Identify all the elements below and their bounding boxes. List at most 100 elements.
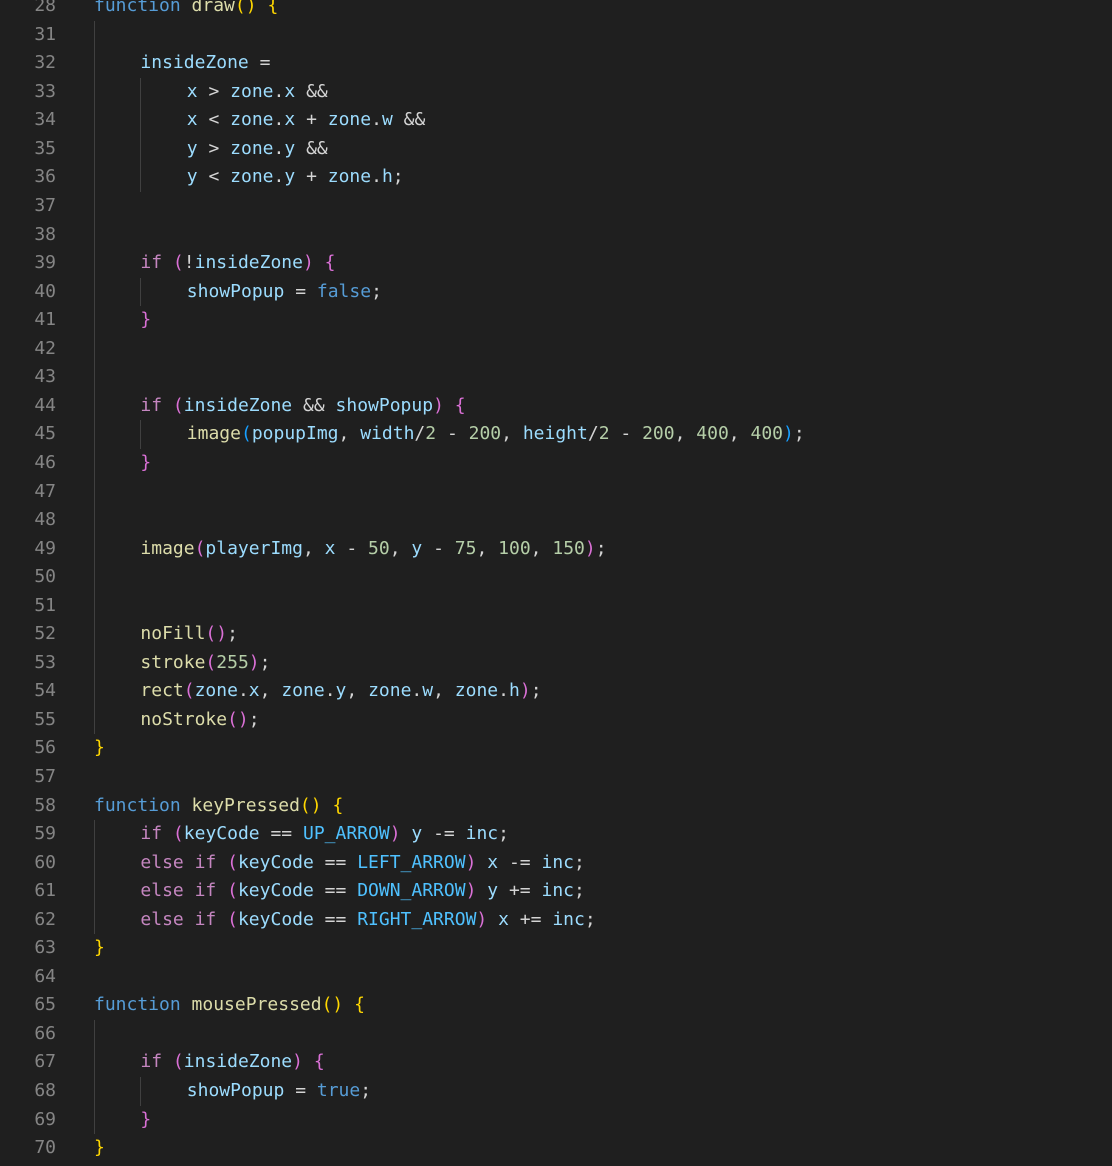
- indent-guide: [94, 192, 95, 221]
- code-line[interactable]: 70}: [0, 1134, 1112, 1163]
- line-number: 52: [34, 623, 56, 645]
- code-token: ,: [302, 537, 314, 559]
- code-line[interactable]: 68 showPopup = true;: [0, 1076, 1112, 1106]
- code-line[interactable]: 38: [0, 220, 1112, 250]
- code-token: (): [321, 994, 344, 1016]
- code-line[interactable]: 53 stroke(255);: [0, 648, 1112, 678]
- code-line[interactable]: 67 if (insideZone) {: [0, 1048, 1112, 1077]
- indent-guide: [94, 134, 95, 164]
- code-line[interactable]: 43: [0, 363, 1112, 392]
- code-line[interactable]: 37: [0, 192, 1112, 221]
- code-token: true: [316, 1079, 361, 1101]
- code-line[interactable]: 49 image(playerImg, x - 50, y - 75, 100, …: [0, 534, 1112, 564]
- code-line[interactable]: 35 y > zone.y &&: [0, 134, 1112, 164]
- code-line[interactable]: 52 noFill();: [0, 620, 1112, 649]
- code-token: w: [422, 680, 434, 702]
- code-line[interactable]: 59 if (keyCode == UP_ARROW) y -= inc;: [0, 820, 1112, 849]
- indent-guide: [94, 1105, 95, 1135]
- code-token: image: [140, 537, 195, 559]
- code-token: (: [227, 908, 238, 930]
- code-line[interactable]: 44 if (insideZone && showPopup) {: [0, 391, 1112, 421]
- indent-guide: [94, 220, 95, 250]
- code-token: .: [498, 680, 509, 702]
- code-line[interactable]: 63}: [0, 934, 1112, 963]
- code-lines[interactable]: 28 function draw() {31 32 insideZone = 33 x >…: [0, 0, 1112, 1163]
- line-number: 69: [34, 1108, 56, 1130]
- line-code: }: [140, 306, 151, 335]
- code-line[interactable]: 51: [0, 591, 1112, 621]
- code-line[interactable]: 54 rect(zone.x, zone.y, zone.w, zone.h);: [0, 677, 1112, 706]
- code-line[interactable]: 69}: [0, 1105, 1112, 1135]
- code-token: ;: [371, 280, 382, 302]
- indent-guide: [94, 106, 95, 135]
- code-line[interactable]: 48: [0, 506, 1112, 535]
- code-token: LEFT_ARROW: [357, 851, 466, 873]
- code-token: showPopup: [186, 1079, 285, 1101]
- code-line[interactable]: 28 function draw() {: [0, 0, 1112, 21]
- code-token: else: [140, 908, 184, 930]
- line-code: if (!insideZone) {: [140, 249, 335, 278]
- code-token: ): [584, 537, 596, 559]
- code-editor[interactable]: 28 function draw() {31 32 insideZone = 33 x >…: [0, 0, 1112, 1166]
- code-line[interactable]: 55 noStroke();: [0, 705, 1112, 735]
- code-line[interactable]: 40 showPopup = false;: [0, 277, 1112, 307]
- code-line[interactable]: 64: [0, 963, 1112, 992]
- code-token: x: [186, 80, 198, 102]
- code-line[interactable]: 36 y < zone.y + zone.h;: [0, 163, 1112, 193]
- code-token: }: [140, 1108, 152, 1130]
- code-line[interactable]: 56}: [0, 734, 1112, 763]
- line-number: 66: [34, 1022, 56, 1044]
- line-number: 70: [34, 1137, 56, 1159]
- indent-guide: [94, 20, 95, 50]
- code-token: keyCode: [183, 823, 260, 845]
- code-line[interactable]: 33 x > zone.x &&: [0, 77, 1112, 107]
- code-line[interactable]: 41}: [0, 306, 1112, 335]
- code-token: h: [381, 166, 393, 188]
- code-line[interactable]: 42: [0, 334, 1112, 364]
- indent-guide: [94, 334, 95, 364]
- code-line[interactable]: 62 else if (keyCode == RIGHT_ARROW) x += …: [0, 905, 1112, 935]
- code-token: ): [389, 823, 401, 845]
- code-token: ): [302, 252, 314, 274]
- line-number: 48: [34, 509, 56, 531]
- code-line[interactable]: 39 if (!insideZone) {: [0, 249, 1112, 278]
- code-line[interactable]: 58 function keyPressed() {: [0, 792, 1112, 821]
- code-line[interactable]: 46}: [0, 448, 1112, 478]
- code-line[interactable]: 32 insideZone =: [0, 49, 1112, 78]
- code-line[interactable]: 66: [0, 1019, 1112, 1049]
- indent-guide: [94, 391, 95, 421]
- indent-guide: [140, 277, 142, 307]
- code-token: ;: [392, 166, 404, 188]
- code-token: if: [140, 394, 163, 416]
- code-token: x: [324, 537, 336, 559]
- line-code: else if (keyCode == RIGHT_ARROW) x += in…: [140, 906, 595, 935]
- code-line[interactable]: 34 x < zone.x + zone.w &&: [0, 106, 1112, 135]
- code-line[interactable]: 31: [0, 20, 1112, 50]
- code-token: 50: [368, 537, 390, 559]
- code-token: (: [205, 651, 217, 673]
- code-token: 400: [696, 423, 729, 445]
- code-token: .: [411, 680, 423, 702]
- line-code: }: [94, 934, 105, 963]
- code-line[interactable]: 57: [0, 763, 1112, 792]
- code-line[interactable]: 65 function mousePressed() {: [0, 991, 1112, 1020]
- code-line[interactable]: 47: [0, 477, 1112, 507]
- code-token: (: [183, 680, 195, 702]
- code-line[interactable]: 45 image(popupImg, width/2 - 200, height/…: [0, 420, 1112, 449]
- code-line[interactable]: 50: [0, 563, 1112, 592]
- code-token: insideZone: [183, 1051, 293, 1073]
- line-code: showPopup = false;: [187, 278, 382, 307]
- code-token: ;: [498, 823, 509, 845]
- code-line[interactable]: 60 else if (keyCode == LEFT_ARROW) x -= i…: [0, 848, 1112, 878]
- code-line[interactable]: 61 else if (keyCode == DOWN_ARROW) y += i…: [0, 877, 1112, 906]
